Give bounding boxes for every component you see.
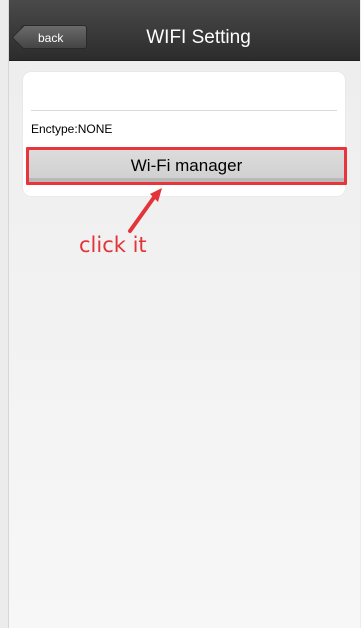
annotation-arrow-icon xyxy=(128,188,162,233)
page-title: WIFI Setting xyxy=(146,27,251,48)
enctype-label: Enctype:NONE xyxy=(31,122,113,136)
divider xyxy=(31,110,337,111)
annotation-text: click it xyxy=(79,233,147,257)
screen: back WIFI Setting Enctype:NONE xyxy=(8,0,360,628)
wifi-manager-button[interactable]: Wi-Fi manager xyxy=(26,147,347,185)
title-bar: back WIFI Setting xyxy=(9,0,360,61)
